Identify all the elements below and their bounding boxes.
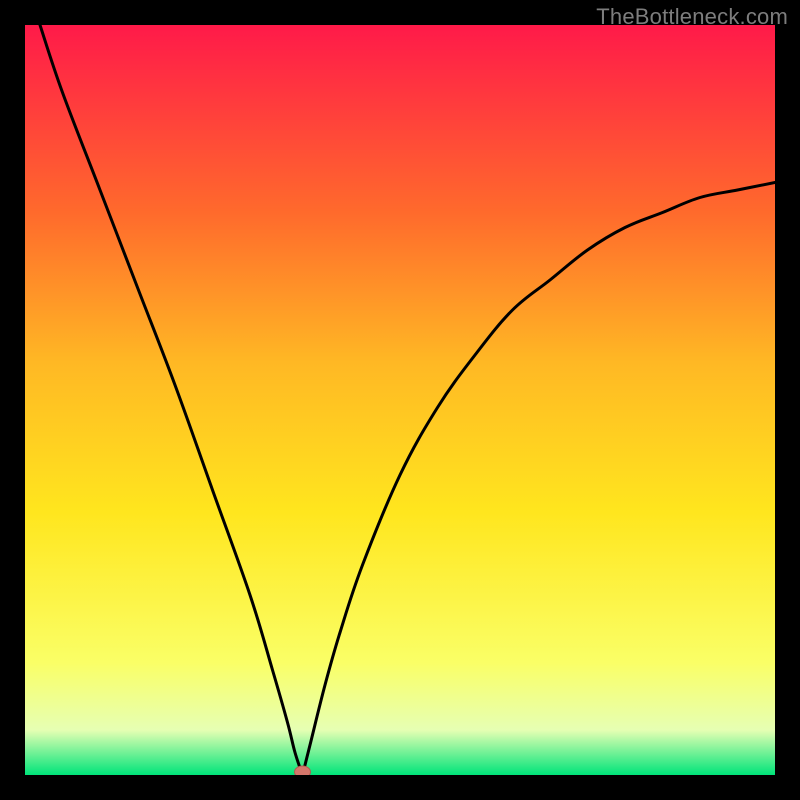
chart-frame: TheBottleneck.com: [0, 0, 800, 800]
plot-area: [25, 25, 775, 775]
minimum-marker: [295, 766, 311, 775]
chart-svg: [25, 25, 775, 775]
gradient-background: [25, 25, 775, 775]
